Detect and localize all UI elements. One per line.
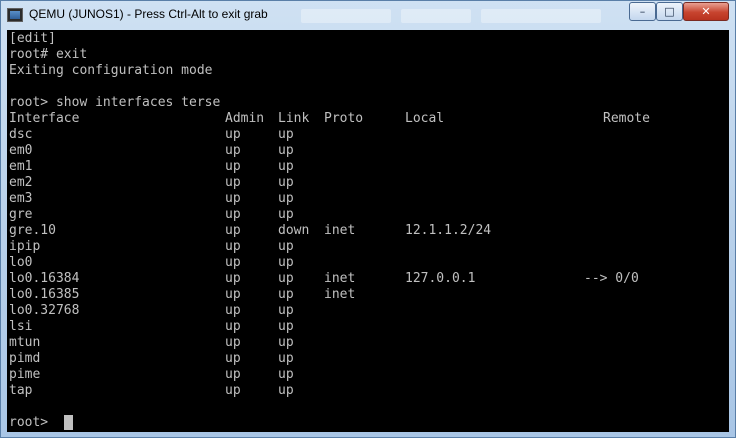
background-window-blur [301, 9, 391, 23]
link-status: up [278, 351, 294, 366]
title-bar[interactable]: QEMU (JUNOS1) - Press Ctrl-Alt to exit g… [1, 1, 735, 30]
terminal-command: root> show interfaces terse [9, 95, 221, 110]
interface-name: tap [9, 383, 33, 398]
window-title: QEMU (JUNOS1) - Press Ctrl-Alt to exit g… [29, 7, 268, 21]
table-row: lsi up up [7, 319, 729, 335]
qemu-window: QEMU (JUNOS1) - Press Ctrl-Alt to exit g… [0, 0, 736, 438]
interface-name: pimd [9, 351, 41, 366]
admin-status: up [225, 143, 241, 158]
link-status: down [278, 223, 310, 238]
admin-status: up [225, 287, 241, 302]
admin-status: up [225, 271, 241, 286]
table-row: dsc up up [7, 127, 729, 143]
admin-status: up [225, 319, 241, 334]
link-status: up [278, 143, 294, 158]
admin-status: up [225, 255, 241, 270]
table-row: lo0.16384 up up inet 127.0.0.1 --> 0/0 [7, 271, 729, 287]
interface-name: lo0.32768 [9, 303, 80, 318]
interface-name: em3 [9, 191, 33, 206]
link-status: up [278, 383, 294, 398]
table-row: tap up up [7, 383, 729, 399]
admin-status: up [225, 159, 241, 174]
shell-prompt: root> [9, 415, 56, 430]
admin-status: up [225, 223, 241, 238]
table-row: gre.10 up down inet 12.1.1.2/24 [7, 223, 729, 239]
table-header: Interface Admin Link Proto Local Remote [7, 111, 729, 127]
admin-status: up [225, 191, 241, 206]
interface-name: mtun [9, 335, 41, 350]
admin-status: up [225, 207, 241, 222]
header-remote: Remote [603, 111, 650, 126]
admin-status: up [225, 351, 241, 366]
terminal-screen[interactable]: [edit] root# exit Exiting configuration … [7, 30, 729, 432]
interface-name: gre [9, 207, 33, 222]
maximize-button[interactable]: □ [656, 2, 683, 21]
admin-status: up [225, 239, 241, 254]
link-status: up [278, 319, 294, 334]
terminal-line: [edit] [9, 31, 56, 46]
table-row: mtun up up [7, 335, 729, 351]
link-status: up [278, 255, 294, 270]
link-status: up [278, 287, 294, 302]
interface-name: em0 [9, 143, 33, 158]
minimize-button[interactable]: – [629, 2, 656, 21]
header-interface: Interface [9, 111, 80, 126]
admin-status: up [225, 367, 241, 382]
background-window-blur [481, 9, 601, 23]
table-row: em2 up up [7, 175, 729, 191]
interface-name: lo0.16385 [9, 287, 80, 302]
admin-status: up [225, 335, 241, 350]
interface-name: lsi [9, 319, 33, 334]
text-cursor [64, 415, 73, 430]
table-row: em0 up up [7, 143, 729, 159]
interface-name: ipip [9, 239, 41, 254]
link-status: up [278, 239, 294, 254]
header-proto: Proto [324, 111, 364, 126]
admin-status: up [225, 383, 241, 398]
admin-status: up [225, 303, 241, 318]
terminal-line: Exiting configuration mode [9, 63, 213, 78]
interface-name: lo0 [9, 255, 33, 270]
table-row: pimd up up [7, 351, 729, 367]
link-status: up [278, 191, 294, 206]
link-status: up [278, 175, 294, 190]
close-button[interactable]: ✕ [683, 2, 729, 21]
interface-name: em2 [9, 175, 33, 190]
link-status: up [278, 335, 294, 350]
header-admin: Admin [225, 111, 265, 126]
interface-name: pime [9, 367, 41, 382]
table-row: lo0.32768 up up [7, 303, 729, 319]
header-local: Local [405, 111, 445, 126]
table-row: em1 up up [7, 159, 729, 175]
interface-name: dsc [9, 127, 33, 142]
local-address: 12.1.1.2/24 [405, 223, 492, 238]
table-row: gre up up [7, 207, 729, 223]
link-status: up [278, 159, 294, 174]
remote-address: --> 0/0 [584, 271, 639, 286]
link-status: up [278, 303, 294, 318]
link-status: up [278, 207, 294, 222]
link-status: up [278, 271, 294, 286]
link-status: up [278, 127, 294, 142]
table-row: pime up up [7, 367, 729, 383]
table-row: lo0 up up [7, 255, 729, 271]
table-row: em3 up up [7, 191, 729, 207]
admin-status: up [225, 127, 241, 142]
background-window-blur [401, 9, 471, 23]
header-link: Link [278, 111, 310, 126]
interface-name: gre.10 [9, 223, 56, 238]
admin-status: up [225, 175, 241, 190]
table-row: ipip up up [7, 239, 729, 255]
protocol: inet [324, 223, 356, 238]
protocol: inet [324, 287, 356, 302]
qemu-app-icon[interactable] [7, 8, 23, 22]
terminal-line: root# exit [9, 47, 88, 62]
protocol: inet [324, 271, 356, 286]
interface-name: lo0.16384 [9, 271, 80, 286]
local-address: 127.0.0.1 [405, 271, 476, 286]
interface-name: em1 [9, 159, 33, 174]
table-row: lo0.16385 up up inet [7, 287, 729, 303]
link-status: up [278, 367, 294, 382]
